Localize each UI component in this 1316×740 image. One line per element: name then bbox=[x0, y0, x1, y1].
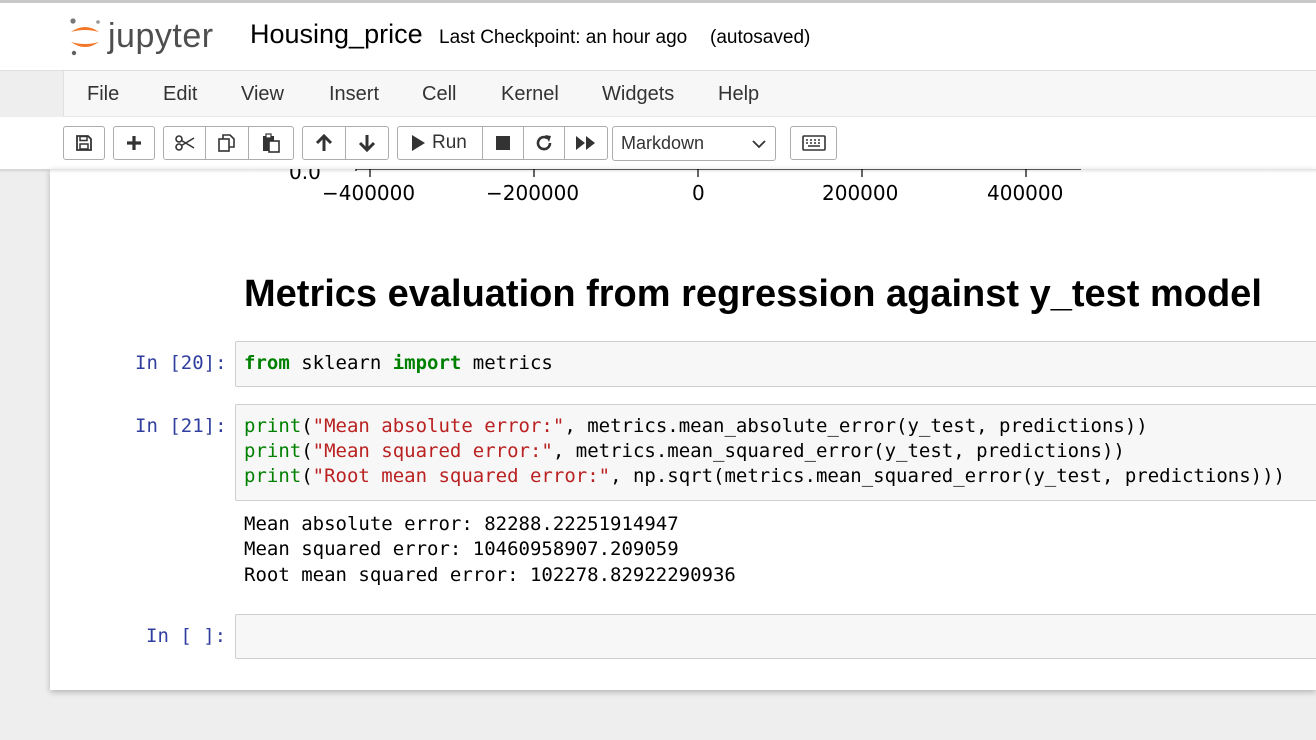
empty-code-cell-input[interactable] bbox=[235, 614, 1316, 659]
code-token: print bbox=[244, 465, 302, 487]
jupyter-logo[interactable]: jupyter bbox=[68, 15, 214, 57]
arrow-down-icon bbox=[358, 135, 376, 152]
code-token: import bbox=[392, 352, 462, 374]
move-up-button[interactable] bbox=[302, 126, 346, 160]
x-tick-label: −200000 bbox=[486, 181, 580, 205]
code-token: , metrics.mean_absolute_error(y_test, pr… bbox=[564, 415, 1148, 437]
cell-prompt: In [ ]: bbox=[146, 625, 227, 647]
code-token: "Root mean squared error:" bbox=[312, 465, 611, 487]
header: jupyter Housing_price Last Checkpoint: a… bbox=[0, 0, 1316, 71]
insert-cell-button[interactable] bbox=[113, 126, 155, 160]
cell-prompt: In [21]: bbox=[135, 415, 227, 437]
plus-icon bbox=[127, 136, 141, 150]
cell-output-line: Mean squared error: 10460958907.209059 bbox=[244, 538, 679, 560]
copy-button[interactable] bbox=[205, 126, 249, 160]
play-icon bbox=[412, 135, 425, 151]
cell-type-value: Markdown bbox=[621, 133, 705, 153]
menu-file[interactable]: File bbox=[87, 83, 119, 106]
code-token: , metrics.mean_squared_error(y_test, pre… bbox=[552, 440, 1125, 462]
x-tick-label: 200000 bbox=[822, 181, 899, 205]
stop-icon bbox=[496, 136, 510, 150]
notebook-title[interactable]: Housing_price bbox=[250, 19, 423, 50]
markdown-heading[interactable]: Metrics evaluation from regression again… bbox=[244, 273, 1262, 316]
menu-edit[interactable]: Edit bbox=[163, 83, 197, 106]
run-label: Run bbox=[432, 132, 467, 153]
code-token: sklearn bbox=[289, 352, 393, 374]
code-token: ( bbox=[301, 415, 313, 437]
paste-button[interactable] bbox=[248, 126, 294, 160]
x-tick-label: 400000 bbox=[987, 181, 1064, 205]
cell-output-line: Root mean squared error: 102278.82922290… bbox=[244, 564, 736, 586]
code-token: , np.sqrt(metrics.mean_squared_error(y_t… bbox=[610, 465, 1285, 487]
restart-button[interactable] bbox=[523, 126, 565, 160]
code-token: "Mean squared error:" bbox=[312, 440, 553, 462]
save-icon bbox=[76, 135, 92, 151]
menu-view[interactable]: View bbox=[241, 83, 284, 106]
code-line: print("Mean absolute error:", metrics.me… bbox=[244, 415, 1148, 437]
cell-type-select[interactable]: Markdown bbox=[612, 126, 776, 161]
cell-output-line: Mean absolute error: 82288.22251914947 bbox=[244, 513, 679, 535]
menu-insert[interactable]: Insert bbox=[329, 83, 379, 106]
keyboard-icon bbox=[801, 135, 826, 151]
code-line: print("Root mean squared error:", np.sqr… bbox=[244, 465, 1285, 487]
x-tick-label: −400000 bbox=[322, 181, 416, 205]
command-palette-button[interactable] bbox=[790, 126, 837, 160]
menu-kernel[interactable]: Kernel bbox=[501, 83, 559, 106]
fast-forward-icon bbox=[576, 136, 595, 150]
toolbar: Run Markdown bbox=[0, 117, 1316, 169]
code-token: from bbox=[244, 352, 290, 374]
code-cell-input[interactable]: from sklearn import metrics bbox=[235, 341, 1316, 387]
code-token: ( bbox=[301, 465, 313, 487]
copy-icon bbox=[218, 134, 235, 152]
notebook-container: 0.0 −400000 −200000 0 200000 400000 Metr… bbox=[50, 169, 1316, 690]
autosave-status: (autosaved) bbox=[710, 27, 811, 48]
code-token: print bbox=[244, 415, 302, 437]
restart-icon bbox=[536, 135, 552, 151]
interrupt-button[interactable] bbox=[482, 126, 524, 160]
x-tick-label: 0 bbox=[692, 181, 705, 205]
restart-run-all-button[interactable] bbox=[564, 126, 608, 160]
checkpoint-status: Last Checkpoint: an hour ago bbox=[439, 27, 688, 48]
jupyter-logo-icon bbox=[70, 18, 100, 56]
arrow-up-icon bbox=[315, 134, 333, 151]
run-button[interactable]: Run bbox=[397, 126, 483, 160]
save-button[interactable] bbox=[63, 126, 105, 160]
toolbar-shadow bbox=[0, 169, 1316, 173]
paste-icon bbox=[263, 133, 280, 153]
scissors-icon bbox=[174, 135, 194, 151]
chevron-down-icon bbox=[752, 140, 766, 149]
code-line: from sklearn import metrics bbox=[244, 352, 553, 374]
plot-x-axis: 0.0 −400000 −200000 0 200000 400000 bbox=[50, 169, 1316, 209]
cell-prompt: In [20]: bbox=[135, 352, 227, 374]
cut-button[interactable] bbox=[163, 126, 206, 160]
code-line: print("Mean squared error:", metrics.mea… bbox=[244, 440, 1125, 462]
code-token: print bbox=[244, 440, 302, 462]
move-down-button[interactable] bbox=[345, 126, 389, 160]
jupyter-logo-text: jupyter bbox=[108, 16, 214, 55]
menubar: File Edit View Insert Cell Kernel Widget… bbox=[63, 71, 1316, 117]
code-token: ( bbox=[301, 440, 313, 462]
menu-widgets[interactable]: Widgets bbox=[602, 83, 674, 106]
menu-cell[interactable]: Cell bbox=[422, 83, 456, 106]
menu-help[interactable]: Help bbox=[718, 83, 759, 106]
code-token: metrics bbox=[461, 352, 553, 374]
code-token: "Mean absolute error:" bbox=[312, 415, 565, 437]
code-cell-input[interactable]: print("Mean absolute error:", metrics.me… bbox=[235, 404, 1316, 501]
